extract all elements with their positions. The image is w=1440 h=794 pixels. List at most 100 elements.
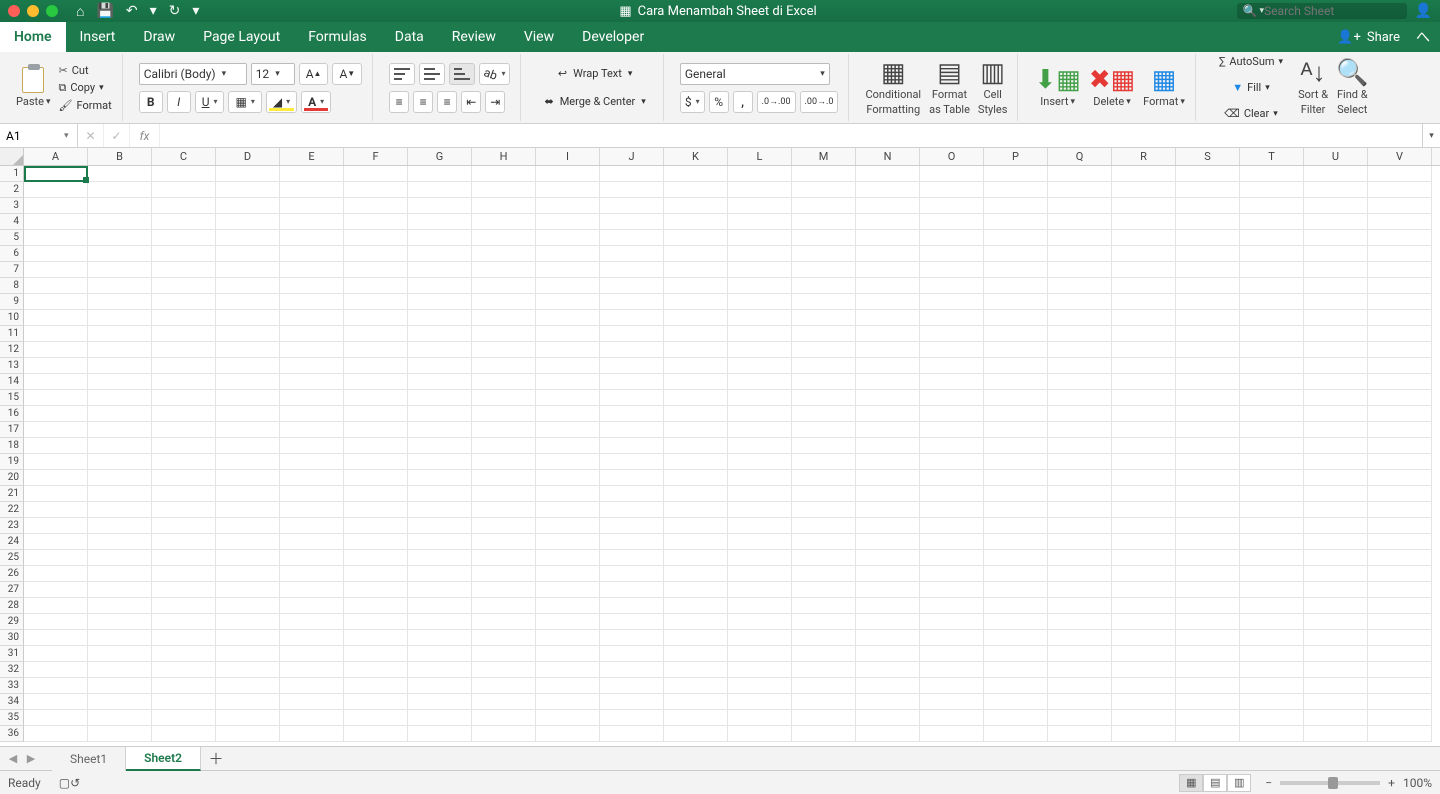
align-bottom-button[interactable] [449,63,475,85]
cell[interactable] [664,406,728,422]
cell[interactable] [792,566,856,582]
cell[interactable] [792,214,856,230]
cell[interactable] [88,326,152,342]
save-icon[interactable]: 💾 [96,3,113,19]
cell[interactable] [1176,566,1240,582]
cell[interactable] [1240,518,1304,534]
cell[interactable] [664,422,728,438]
orientation-button[interactable]: ab▾ [479,63,510,85]
cell[interactable] [1176,214,1240,230]
cell[interactable] [664,694,728,710]
cell[interactable] [280,422,344,438]
cell[interactable] [408,374,472,390]
cell[interactable] [408,550,472,566]
cell[interactable] [920,566,984,582]
cell[interactable] [408,390,472,406]
cell[interactable] [344,342,408,358]
cell[interactable] [344,246,408,262]
cell[interactable] [856,678,920,694]
cell[interactable] [920,406,984,422]
cell[interactable] [88,518,152,534]
cell[interactable] [1112,550,1176,566]
cell[interactable] [1240,678,1304,694]
cell[interactable] [88,358,152,374]
cell[interactable] [920,374,984,390]
cell[interactable] [1368,630,1432,646]
column-header[interactable]: S [1176,148,1240,165]
align-middle-button[interactable] [419,63,445,85]
cell[interactable] [24,534,88,550]
cell[interactable] [1368,438,1432,454]
cell[interactable] [984,390,1048,406]
cell[interactable] [216,646,280,662]
cell[interactable] [600,566,664,582]
cell[interactable] [408,294,472,310]
cell[interactable] [856,246,920,262]
cell[interactable] [984,710,1048,726]
cell[interactable] [344,310,408,326]
cell[interactable] [280,470,344,486]
cell[interactable] [1368,726,1432,742]
cell[interactable] [920,166,984,182]
wrap-text-button[interactable]: ↩Wrap Text▾ [537,63,652,85]
cell[interactable] [536,566,600,582]
cell[interactable] [728,406,792,422]
cell[interactable] [1112,214,1176,230]
cell[interactable] [280,614,344,630]
cell[interactable] [24,678,88,694]
cell[interactable] [856,166,920,182]
cell[interactable] [1048,550,1112,566]
cell[interactable] [856,614,920,630]
cell[interactable] [152,390,216,406]
cell[interactable] [856,230,920,246]
cell[interactable] [152,470,216,486]
cell[interactable] [152,662,216,678]
cell[interactable] [792,486,856,502]
cell[interactable] [280,486,344,502]
minimize-window-icon[interactable] [27,5,39,17]
cell[interactable] [1368,214,1432,230]
cell[interactable] [1368,422,1432,438]
cell[interactable] [280,166,344,182]
cell[interactable] [920,646,984,662]
cell[interactable] [1048,326,1112,342]
cell[interactable] [216,486,280,502]
cell[interactable] [1368,518,1432,534]
cell[interactable] [344,550,408,566]
cell[interactable] [88,694,152,710]
cell[interactable] [1048,374,1112,390]
cell[interactable] [344,358,408,374]
cell[interactable] [24,342,88,358]
merge-center-button[interactable]: ⬌Merge & Center▾ [537,91,652,113]
qat-customize-icon[interactable]: ▾ [192,3,199,19]
cell[interactable] [344,662,408,678]
cell[interactable] [664,326,728,342]
cell[interactable] [1240,246,1304,262]
cell[interactable] [344,582,408,598]
cell[interactable] [152,678,216,694]
cell[interactable] [1176,534,1240,550]
cell[interactable] [792,550,856,566]
cell[interactable] [152,246,216,262]
cell[interactable] [728,534,792,550]
cell[interactable] [1176,262,1240,278]
cell[interactable] [856,358,920,374]
cell[interactable] [1048,294,1112,310]
search-sheet-field[interactable]: 🔍▾ [1237,3,1407,19]
cell[interactable] [1240,598,1304,614]
cell[interactable] [24,230,88,246]
cell[interactable] [920,598,984,614]
cell[interactable] [1304,646,1368,662]
cell[interactable] [536,438,600,454]
cell[interactable] [600,646,664,662]
cell[interactable] [1368,182,1432,198]
cell[interactable] [600,294,664,310]
cell[interactable] [1240,198,1304,214]
cell[interactable] [1304,278,1368,294]
cell[interactable] [536,454,600,470]
cell[interactable] [1304,182,1368,198]
cell[interactable] [472,182,536,198]
cell[interactable] [472,662,536,678]
cell[interactable] [984,262,1048,278]
cell[interactable] [344,710,408,726]
